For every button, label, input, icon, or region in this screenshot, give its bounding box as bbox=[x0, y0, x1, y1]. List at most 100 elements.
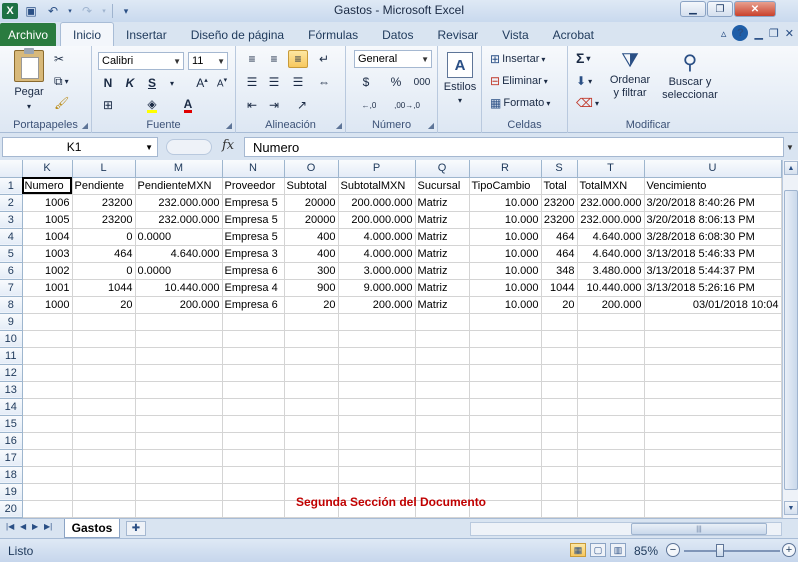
cell[interactable]: 3/13/2018 5:46:33 PM bbox=[644, 245, 782, 263]
cell[interactable] bbox=[284, 500, 339, 518]
cell[interactable] bbox=[22, 449, 73, 467]
cell[interactable]: 200.000.000 bbox=[338, 194, 416, 212]
dialog-launcher-icon[interactable]: ◢ bbox=[226, 121, 232, 130]
wrap-text-button[interactable]: ↵ bbox=[314, 50, 334, 68]
tab-archivo[interactable]: Archivo bbox=[0, 23, 56, 46]
cell[interactable] bbox=[415, 449, 470, 467]
cell[interactable]: Matriz bbox=[415, 194, 470, 212]
horizontal-scroll-thumb[interactable]: ||| bbox=[631, 523, 767, 535]
column-header[interactable]: L bbox=[72, 160, 136, 178]
cell[interactable] bbox=[22, 381, 73, 399]
increase-decimal-button[interactable]: ←,0 bbox=[354, 96, 384, 114]
tab-inicio[interactable]: Inicio bbox=[60, 22, 115, 46]
cell[interactable] bbox=[577, 415, 645, 433]
cell[interactable]: 9.000.000 bbox=[338, 279, 416, 297]
delete-cells-button[interactable]: ⊟ Eliminar ▾ bbox=[490, 74, 548, 88]
cell[interactable] bbox=[222, 483, 285, 501]
cell[interactable]: 232.000.000 bbox=[577, 211, 645, 229]
cell[interactable]: Matriz bbox=[415, 262, 470, 280]
cell[interactable] bbox=[222, 449, 285, 467]
zoom-level[interactable]: 85% bbox=[634, 544, 658, 558]
cell[interactable] bbox=[644, 466, 782, 484]
dialog-launcher-icon[interactable]: ◢ bbox=[82, 121, 88, 130]
cell[interactable] bbox=[415, 432, 470, 450]
autosum-button[interactable]: Σ ▾ bbox=[576, 50, 590, 66]
cell[interactable] bbox=[222, 330, 285, 348]
cell[interactable]: 0 bbox=[72, 228, 136, 246]
cell[interactable]: 0.0000 bbox=[135, 262, 223, 280]
cell[interactable]: Subtotal bbox=[284, 177, 339, 195]
cell[interactable] bbox=[577, 313, 645, 331]
cell[interactable] bbox=[135, 398, 223, 416]
formula-input[interactable]: Numero bbox=[244, 137, 784, 157]
cell[interactable] bbox=[338, 449, 416, 467]
cell[interactable] bbox=[541, 432, 578, 450]
close-button[interactable]: ✕ bbox=[734, 1, 776, 17]
increase-indent-button[interactable]: ⇥ bbox=[264, 96, 284, 114]
cell[interactable] bbox=[22, 364, 73, 382]
cell[interactable] bbox=[72, 432, 136, 450]
insert-function-icon[interactable]: fx bbox=[222, 138, 234, 153]
column-header[interactable]: N bbox=[222, 160, 285, 178]
styles-button[interactable]: A Estilos ▾ bbox=[442, 52, 478, 105]
cell[interactable] bbox=[415, 415, 470, 433]
cell[interactable] bbox=[284, 364, 339, 382]
cell[interactable] bbox=[135, 432, 223, 450]
grow-font-button[interactable]: A▴ bbox=[192, 74, 212, 92]
cell[interactable]: 20000 bbox=[284, 194, 339, 212]
row-header[interactable]: 16 bbox=[0, 432, 23, 450]
cell[interactable] bbox=[415, 500, 470, 518]
cell[interactable] bbox=[135, 500, 223, 518]
cell[interactable] bbox=[284, 466, 339, 484]
cell[interactable]: 200.000 bbox=[338, 296, 416, 314]
row-header[interactable]: 15 bbox=[0, 415, 23, 433]
dialog-launcher-icon[interactable]: ◢ bbox=[428, 121, 434, 130]
cell[interactable] bbox=[469, 500, 542, 518]
workbook-minimize-icon[interactable]: ▁ bbox=[754, 27, 762, 40]
cell[interactable] bbox=[415, 466, 470, 484]
excel-logo-icon[interactable]: X bbox=[2, 3, 18, 19]
cell[interactable] bbox=[644, 500, 782, 518]
font-color-button[interactable]: A bbox=[178, 96, 198, 114]
cell[interactable] bbox=[338, 330, 416, 348]
undo-icon[interactable]: ↶ bbox=[44, 2, 62, 20]
row-header[interactable]: 6 bbox=[0, 262, 23, 280]
cell[interactable] bbox=[338, 381, 416, 399]
borders-button[interactable]: ⊞ bbox=[98, 96, 118, 114]
cell[interactable] bbox=[135, 449, 223, 467]
cell[interactable] bbox=[577, 483, 645, 501]
column-header[interactable]: T bbox=[577, 160, 645, 178]
cell[interactable] bbox=[541, 466, 578, 484]
minimize-ribbon-icon[interactable]: ▵ bbox=[721, 27, 727, 40]
minimize-button[interactable]: ▁ bbox=[680, 1, 706, 17]
cell[interactable]: Numero bbox=[22, 177, 73, 195]
cell[interactable] bbox=[469, 347, 542, 365]
cell[interactable] bbox=[338, 432, 416, 450]
bold-button[interactable]: N bbox=[98, 74, 118, 92]
cell[interactable]: TipoCambio bbox=[469, 177, 542, 195]
cell[interactable] bbox=[284, 432, 339, 450]
cell[interactable]: 0.0000 bbox=[135, 228, 223, 246]
cell[interactable]: 10.000 bbox=[469, 262, 542, 280]
cell[interactable]: 10.000 bbox=[469, 211, 542, 229]
cell[interactable]: 232.000.000 bbox=[135, 211, 223, 229]
row-header[interactable]: 12 bbox=[0, 364, 23, 382]
cell[interactable]: 4.000.000 bbox=[338, 245, 416, 263]
cell[interactable] bbox=[415, 313, 470, 331]
redo-icon[interactable]: ↷ bbox=[78, 2, 96, 20]
column-header[interactable]: P bbox=[338, 160, 416, 178]
name-box[interactable]: K1 ▼ bbox=[2, 137, 158, 157]
cell[interactable] bbox=[541, 449, 578, 467]
cell[interactable] bbox=[135, 330, 223, 348]
cell[interactable] bbox=[135, 415, 223, 433]
cell[interactable] bbox=[222, 313, 285, 331]
cell[interactable] bbox=[469, 415, 542, 433]
fill-color-button[interactable]: ◈ bbox=[142, 96, 162, 114]
row-header[interactable]: 17 bbox=[0, 449, 23, 467]
cell[interactable] bbox=[469, 466, 542, 484]
underline-button[interactable]: S bbox=[142, 74, 162, 92]
cell[interactable]: 400 bbox=[284, 245, 339, 263]
cell[interactable]: 1001 bbox=[22, 279, 73, 297]
cell[interactable] bbox=[338, 398, 416, 416]
cell[interactable] bbox=[415, 330, 470, 348]
